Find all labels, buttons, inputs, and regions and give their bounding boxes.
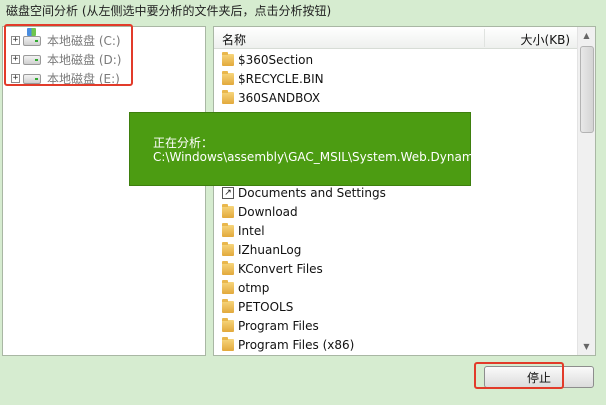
- progress-title: 正在分析：: [153, 136, 214, 150]
- folder-icon: [222, 260, 234, 275]
- list-item-name: $RECYCLE.BIN: [238, 71, 324, 86]
- folder-icon: [222, 70, 234, 85]
- scroll-thumb[interactable]: [580, 46, 594, 133]
- list-item-name: Documents and Settings: [238, 185, 386, 200]
- column-header-size[interactable]: 大小(KB): [521, 31, 570, 48]
- list-item-name: IZhuanLog: [238, 242, 302, 257]
- window-title: 磁盘空间分析 (从左侧选中要分析的文件夹后，点击分析按钮): [6, 4, 332, 18]
- list-item[interactable]: $360Section: [214, 50, 386, 69]
- folder-icon: [222, 89, 234, 104]
- folder-icon: [222, 222, 234, 237]
- list-item-name: PETOOLS: [238, 299, 294, 314]
- folder-icon: [222, 279, 234, 294]
- list-item-name: Download: [238, 204, 298, 219]
- column-header-name[interactable]: 名称: [222, 31, 246, 48]
- vertical-scrollbar[interactable]: ▲ ▼: [577, 27, 595, 355]
- list-item[interactable]: PETOOLS: [214, 297, 386, 316]
- list-item[interactable]: otmp: [214, 278, 386, 297]
- folder-icon: [222, 298, 234, 313]
- folder-icon: [222, 336, 234, 351]
- folder-icon: [222, 241, 234, 256]
- folder-icon: [222, 51, 234, 66]
- list-item-name: KConvert Files: [238, 261, 323, 276]
- shortcut-folder-icon: ↗: [222, 186, 234, 199]
- list-item-name: Program Files: [238, 318, 319, 333]
- list-item[interactable]: Program Files (x86): [214, 335, 386, 354]
- stop-button[interactable]: 停止: [484, 366, 594, 388]
- list-item[interactable]: KConvert Files: [214, 259, 386, 278]
- list-item-name: $360Section: [238, 52, 314, 67]
- list-header: 名称 大小(KB): [214, 27, 577, 49]
- list-item[interactable]: IZhuanLog: [214, 240, 386, 259]
- scroll-down-icon[interactable]: ▼: [578, 338, 595, 355]
- list-item-name: Program Files (x86): [238, 337, 355, 352]
- tree-highlight-box: [4, 24, 133, 86]
- list-item-name: Intel: [238, 223, 265, 238]
- list-item[interactable]: 360SANDBOX: [214, 88, 386, 107]
- progress-popup: 正在分析： C:\Windows\assembly\GAC_MSIL\Syste…: [129, 112, 477, 186]
- folder-icon: [222, 317, 234, 332]
- list-item-name: otmp: [238, 280, 270, 295]
- folder-icon: [222, 203, 234, 218]
- column-divider[interactable]: [484, 29, 485, 47]
- list-item[interactable]: Program Files: [214, 316, 386, 335]
- list-item[interactable]: Download: [214, 202, 386, 221]
- list-item-name: 360SANDBOX: [238, 90, 321, 105]
- progress-path: C:\Windows\assembly\GAC_MSIL\System.Web.…: [153, 150, 477, 164]
- list-rows: $360Section $RECYCLE.BIN 360SANDBOX ↗ Doc…: [214, 50, 386, 354]
- list-item[interactable]: $RECYCLE.BIN: [214, 69, 386, 88]
- file-list[interactable]: 名称 大小(KB) $360Section $RECYCLE.BIN 360SA…: [213, 26, 596, 356]
- scroll-up-icon[interactable]: ▲: [578, 27, 595, 44]
- list-item[interactable]: Intel: [214, 221, 386, 240]
